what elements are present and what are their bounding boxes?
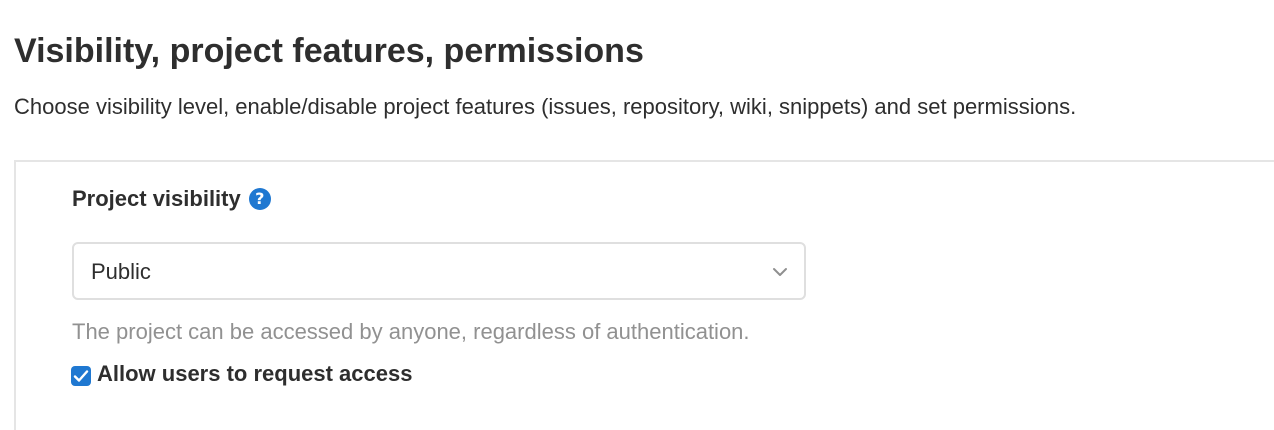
project-visibility-select[interactable]: Public [72,242,806,300]
project-visibility-selected-value: Public [91,259,151,284]
project-visibility-label-row: Project visibility ? [72,184,271,214]
request-access-checkbox[interactable] [71,365,91,386]
request-access-label[interactable]: Allow users to request access [97,359,412,389]
section-description: Choose visibility level, enable/disable … [14,94,1077,119]
section-title: Visibility, project features, permission… [14,32,644,70]
question-circle-icon[interactable]: ? [248,188,271,210]
project-visibility-label: Project visibility [72,186,241,211]
project-visibility-help-text: The project can be accessed by anyone, r… [72,319,750,344]
visibility-settings-panel: Project visibility ? Public The project … [14,160,1274,430]
checkmark-icon [73,369,89,382]
chevron-down-icon [773,268,787,276]
request-access-row: Allow users to request access [71,359,412,389]
